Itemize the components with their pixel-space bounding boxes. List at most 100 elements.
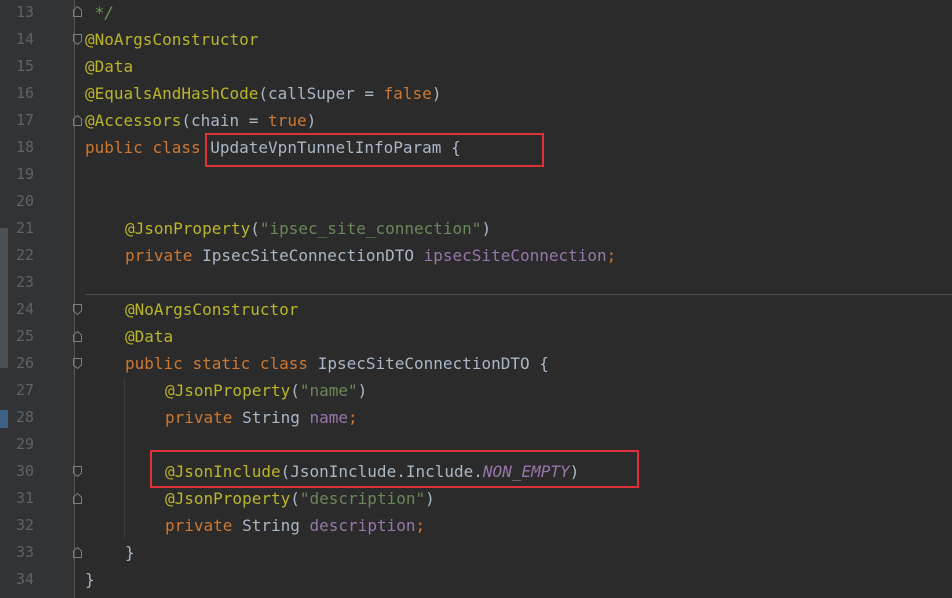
keyword: public bbox=[85, 138, 143, 157]
code-line-34: } bbox=[85, 566, 95, 593]
field-name: name bbox=[309, 408, 349, 427]
code-line-33: } bbox=[125, 539, 135, 566]
fold-start-icon[interactable] bbox=[73, 358, 82, 369]
code-line-14: @NoArgsConstructor bbox=[85, 26, 258, 53]
paren: ) bbox=[357, 381, 368, 400]
line-number: 14 bbox=[15, 30, 34, 48]
brace: { bbox=[539, 354, 549, 373]
line-number: 17 bbox=[15, 111, 34, 129]
line-number: 34 bbox=[15, 570, 34, 588]
fold-end-icon[interactable] bbox=[73, 547, 82, 558]
string-literal: "name" bbox=[299, 381, 358, 400]
fold-start-icon[interactable] bbox=[73, 34, 82, 45]
highlight-box-json-include bbox=[150, 450, 639, 488]
param-name: callSuper bbox=[268, 84, 355, 103]
bool-literal: false bbox=[383, 84, 432, 103]
type-name: IpsecSiteConnectionDTO bbox=[202, 246, 414, 265]
type-name: String bbox=[242, 516, 300, 535]
operator: = bbox=[239, 111, 269, 130]
annotation: @Data bbox=[125, 327, 174, 346]
semicolon: ; bbox=[348, 408, 358, 427]
field-name: ipsecSiteConnection bbox=[423, 246, 607, 265]
keyword: static bbox=[192, 354, 251, 373]
fold-end-icon[interactable] bbox=[73, 493, 82, 504]
line-number: 32 bbox=[15, 516, 34, 534]
line-number: 21 bbox=[15, 219, 34, 237]
annotation: @NoArgsConstructor bbox=[85, 30, 259, 49]
paren: ( bbox=[258, 84, 269, 103]
line-number: 28 bbox=[15, 408, 34, 426]
line-number: 19 bbox=[15, 165, 34, 183]
keyword: private bbox=[165, 408, 233, 427]
annotation: @JsonProperty bbox=[125, 219, 251, 238]
code-line-13: */ bbox=[85, 0, 114, 26]
code-line-24: @NoArgsConstructor bbox=[125, 296, 298, 323]
brace: } bbox=[125, 543, 135, 562]
annotation: @Data bbox=[85, 57, 134, 76]
line-number: 30 bbox=[15, 462, 34, 480]
line-number: 29 bbox=[15, 435, 34, 453]
code-line-22: private IpsecSiteConnectionDTO ipsecSite… bbox=[125, 242, 616, 269]
annotation: @JsonProperty bbox=[165, 489, 291, 508]
class-name: IpsecSiteConnectionDTO bbox=[317, 354, 530, 373]
paren: ) bbox=[431, 84, 442, 103]
fold-start-icon[interactable] bbox=[73, 466, 82, 477]
keyword: class bbox=[259, 354, 309, 373]
gutter-divider bbox=[74, 0, 75, 598]
highlight-box-class-name bbox=[205, 133, 544, 167]
line-number: 25 bbox=[15, 327, 34, 345]
keyword: private bbox=[165, 516, 233, 535]
code-editor[interactable]: 13 14 15 16 17 18 19 20 21 22 23 24 25 2… bbox=[0, 0, 952, 598]
param-name: chain bbox=[190, 111, 240, 130]
code-line-16: @EqualsAndHashCode(callSuper = false) bbox=[85, 80, 441, 107]
paren: ( bbox=[181, 111, 191, 130]
line-number: 13 bbox=[15, 3, 34, 21]
line-number: 23 bbox=[15, 273, 34, 291]
line-number: 18 bbox=[15, 138, 34, 156]
code-line-17: @Accessors(chain = true) bbox=[85, 107, 316, 134]
semicolon: ; bbox=[606, 246, 617, 265]
keyword: public bbox=[125, 354, 183, 373]
comment-close: */ bbox=[85, 3, 114, 22]
type-name: String bbox=[242, 408, 300, 427]
line-number: 31 bbox=[15, 489, 34, 507]
code-line-28: private String name; bbox=[165, 404, 358, 431]
field-name: description bbox=[309, 516, 416, 535]
code-line-31: @JsonProperty("description") bbox=[165, 485, 435, 512]
paren: ) bbox=[425, 489, 435, 508]
paren: ) bbox=[481, 219, 492, 238]
code-line-26: public static class IpsecSiteConnectionD… bbox=[125, 350, 549, 377]
keyword: private bbox=[125, 246, 193, 265]
annotation: @Accessors bbox=[85, 111, 182, 130]
bool-literal: true bbox=[268, 111, 307, 130]
line-number: 24 bbox=[15, 300, 34, 318]
line-number: 22 bbox=[15, 246, 34, 264]
indent-guide bbox=[124, 378, 125, 540]
fold-end-icon[interactable] bbox=[73, 6, 82, 17]
operator: = bbox=[354, 84, 384, 103]
code-line-27: @JsonProperty("name") bbox=[165, 377, 367, 404]
strip-marker-active bbox=[0, 410, 8, 428]
annotation: @JsonProperty bbox=[165, 381, 291, 400]
code-line-21: @JsonProperty("ipsec_site_connection") bbox=[125, 215, 491, 242]
paren: ( bbox=[290, 489, 300, 508]
fold-end-icon[interactable] bbox=[73, 331, 82, 342]
line-number: 26 bbox=[15, 354, 34, 372]
paren: ( bbox=[250, 219, 260, 238]
line-number: 20 bbox=[15, 192, 34, 210]
fold-end-icon[interactable] bbox=[73, 115, 82, 126]
semicolon: ; bbox=[415, 516, 426, 535]
string-literal: "description" bbox=[299, 489, 426, 508]
line-number: 16 bbox=[15, 84, 34, 102]
fold-start-icon[interactable] bbox=[73, 304, 82, 315]
line-number: 27 bbox=[15, 381, 34, 399]
paren: ) bbox=[306, 111, 317, 130]
method-separator bbox=[85, 294, 952, 295]
line-number: 33 bbox=[15, 543, 34, 561]
code-line-32: private String description; bbox=[165, 512, 425, 539]
left-tool-strip bbox=[0, 0, 8, 598]
code-line-25: @Data bbox=[125, 323, 173, 350]
line-number-gutter: 13 14 15 16 17 18 19 20 21 22 23 24 25 2… bbox=[8, 0, 74, 598]
string-literal: "ipsec_site_connection" bbox=[259, 219, 482, 238]
annotation: @EqualsAndHashCode bbox=[85, 84, 259, 103]
